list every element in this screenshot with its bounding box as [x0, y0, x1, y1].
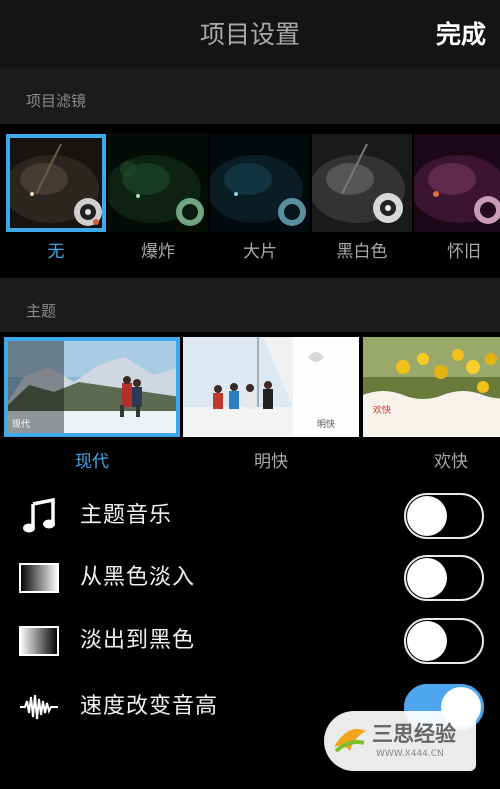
fade-in-toggle[interactable]	[404, 555, 484, 601]
themes-strip[interactable]: 现代 现代 明快 明快 欢快 欢快	[0, 332, 500, 482]
fade-out-toggle[interactable]	[404, 618, 484, 664]
waveform-icon	[18, 686, 60, 728]
filter-preview-image	[414, 134, 500, 232]
theme-tag: 欢快	[373, 406, 392, 416]
filter-preview-image	[6, 134, 106, 232]
filter-black-white[interactable]: 黑白色	[312, 134, 412, 270]
setting-fade-out: 淡出到黑色	[0, 610, 500, 672]
theme-label: 明快	[254, 452, 288, 472]
watermark-url: WWW.X444.CN	[376, 749, 444, 759]
theme-preview-image	[363, 337, 500, 437]
filter-label: 黑白色	[336, 242, 388, 262]
theme-tag: 明快	[317, 420, 336, 430]
setting-theme-music: 主题音乐	[0, 485, 500, 547]
theme-preview-image	[4, 337, 180, 437]
watermark-text: 三思经验	[372, 722, 456, 746]
done-button[interactable]: 完成	[436, 0, 486, 68]
filter-none[interactable]: 无	[6, 134, 106, 270]
filter-preview-image	[108, 134, 208, 232]
theme-modern[interactable]: 现代 现代	[4, 337, 180, 472]
theme-thumbnail: 明快	[183, 337, 359, 437]
watermark-logo-icon	[334, 729, 366, 753]
page-title: 项目设置	[199, 20, 300, 49]
filter-preview-image	[312, 134, 412, 232]
filter-thumbnail	[6, 134, 106, 232]
toggle-knob	[407, 496, 447, 536]
setting-label: 从黑色淡入	[80, 565, 196, 590]
filter-retro[interactable]: 怀旧	[414, 134, 500, 270]
theme-label: 欢快	[434, 452, 468, 472]
filter-label: 无	[47, 242, 65, 262]
themes-section-header: 主题	[0, 278, 500, 332]
setting-label: 速度改变音高	[80, 694, 219, 719]
toggle-knob	[407, 621, 447, 661]
filter-preview-image	[210, 134, 310, 232]
filter-label: 大片	[243, 242, 277, 262]
watermark: 三思经验 WWW.X444.CN	[324, 711, 476, 771]
theme-label: 现代	[75, 452, 109, 472]
filters-section-header: 项目滤镜	[0, 68, 500, 124]
filter-thumbnail	[108, 134, 208, 232]
music-note-icon	[18, 495, 60, 537]
filter-explosion[interactable]: 爆炸	[108, 134, 208, 270]
fade-in-icon	[18, 557, 60, 599]
theme-thumbnail: 现代	[4, 337, 180, 437]
filter-label: 爆炸	[141, 242, 175, 262]
fade-out-icon	[18, 620, 60, 662]
filter-thumbnail	[210, 134, 310, 232]
filter-thumbnail	[312, 134, 412, 232]
theme-music-toggle[interactable]	[404, 493, 484, 539]
filter-label: 怀旧	[447, 242, 481, 262]
theme-tag: 现代	[12, 420, 31, 430]
setting-fade-in: 从黑色淡入	[0, 547, 500, 609]
filter-blockbuster[interactable]: 大片	[210, 134, 310, 270]
theme-cheerful[interactable]: 欢快 欢快	[363, 337, 500, 472]
setting-label: 淡出到黑色	[80, 628, 196, 653]
theme-thumbnail: 欢快	[363, 337, 500, 437]
toggle-knob	[407, 558, 447, 598]
navigation-bar: 项目设置 完成	[0, 0, 500, 68]
filter-thumbnail	[414, 134, 500, 232]
theme-bright[interactable]: 明快 明快	[183, 337, 359, 472]
filters-strip[interactable]: 无 爆炸 大片 黑白色 怀旧	[0, 124, 500, 278]
setting-label: 主题音乐	[80, 503, 173, 528]
